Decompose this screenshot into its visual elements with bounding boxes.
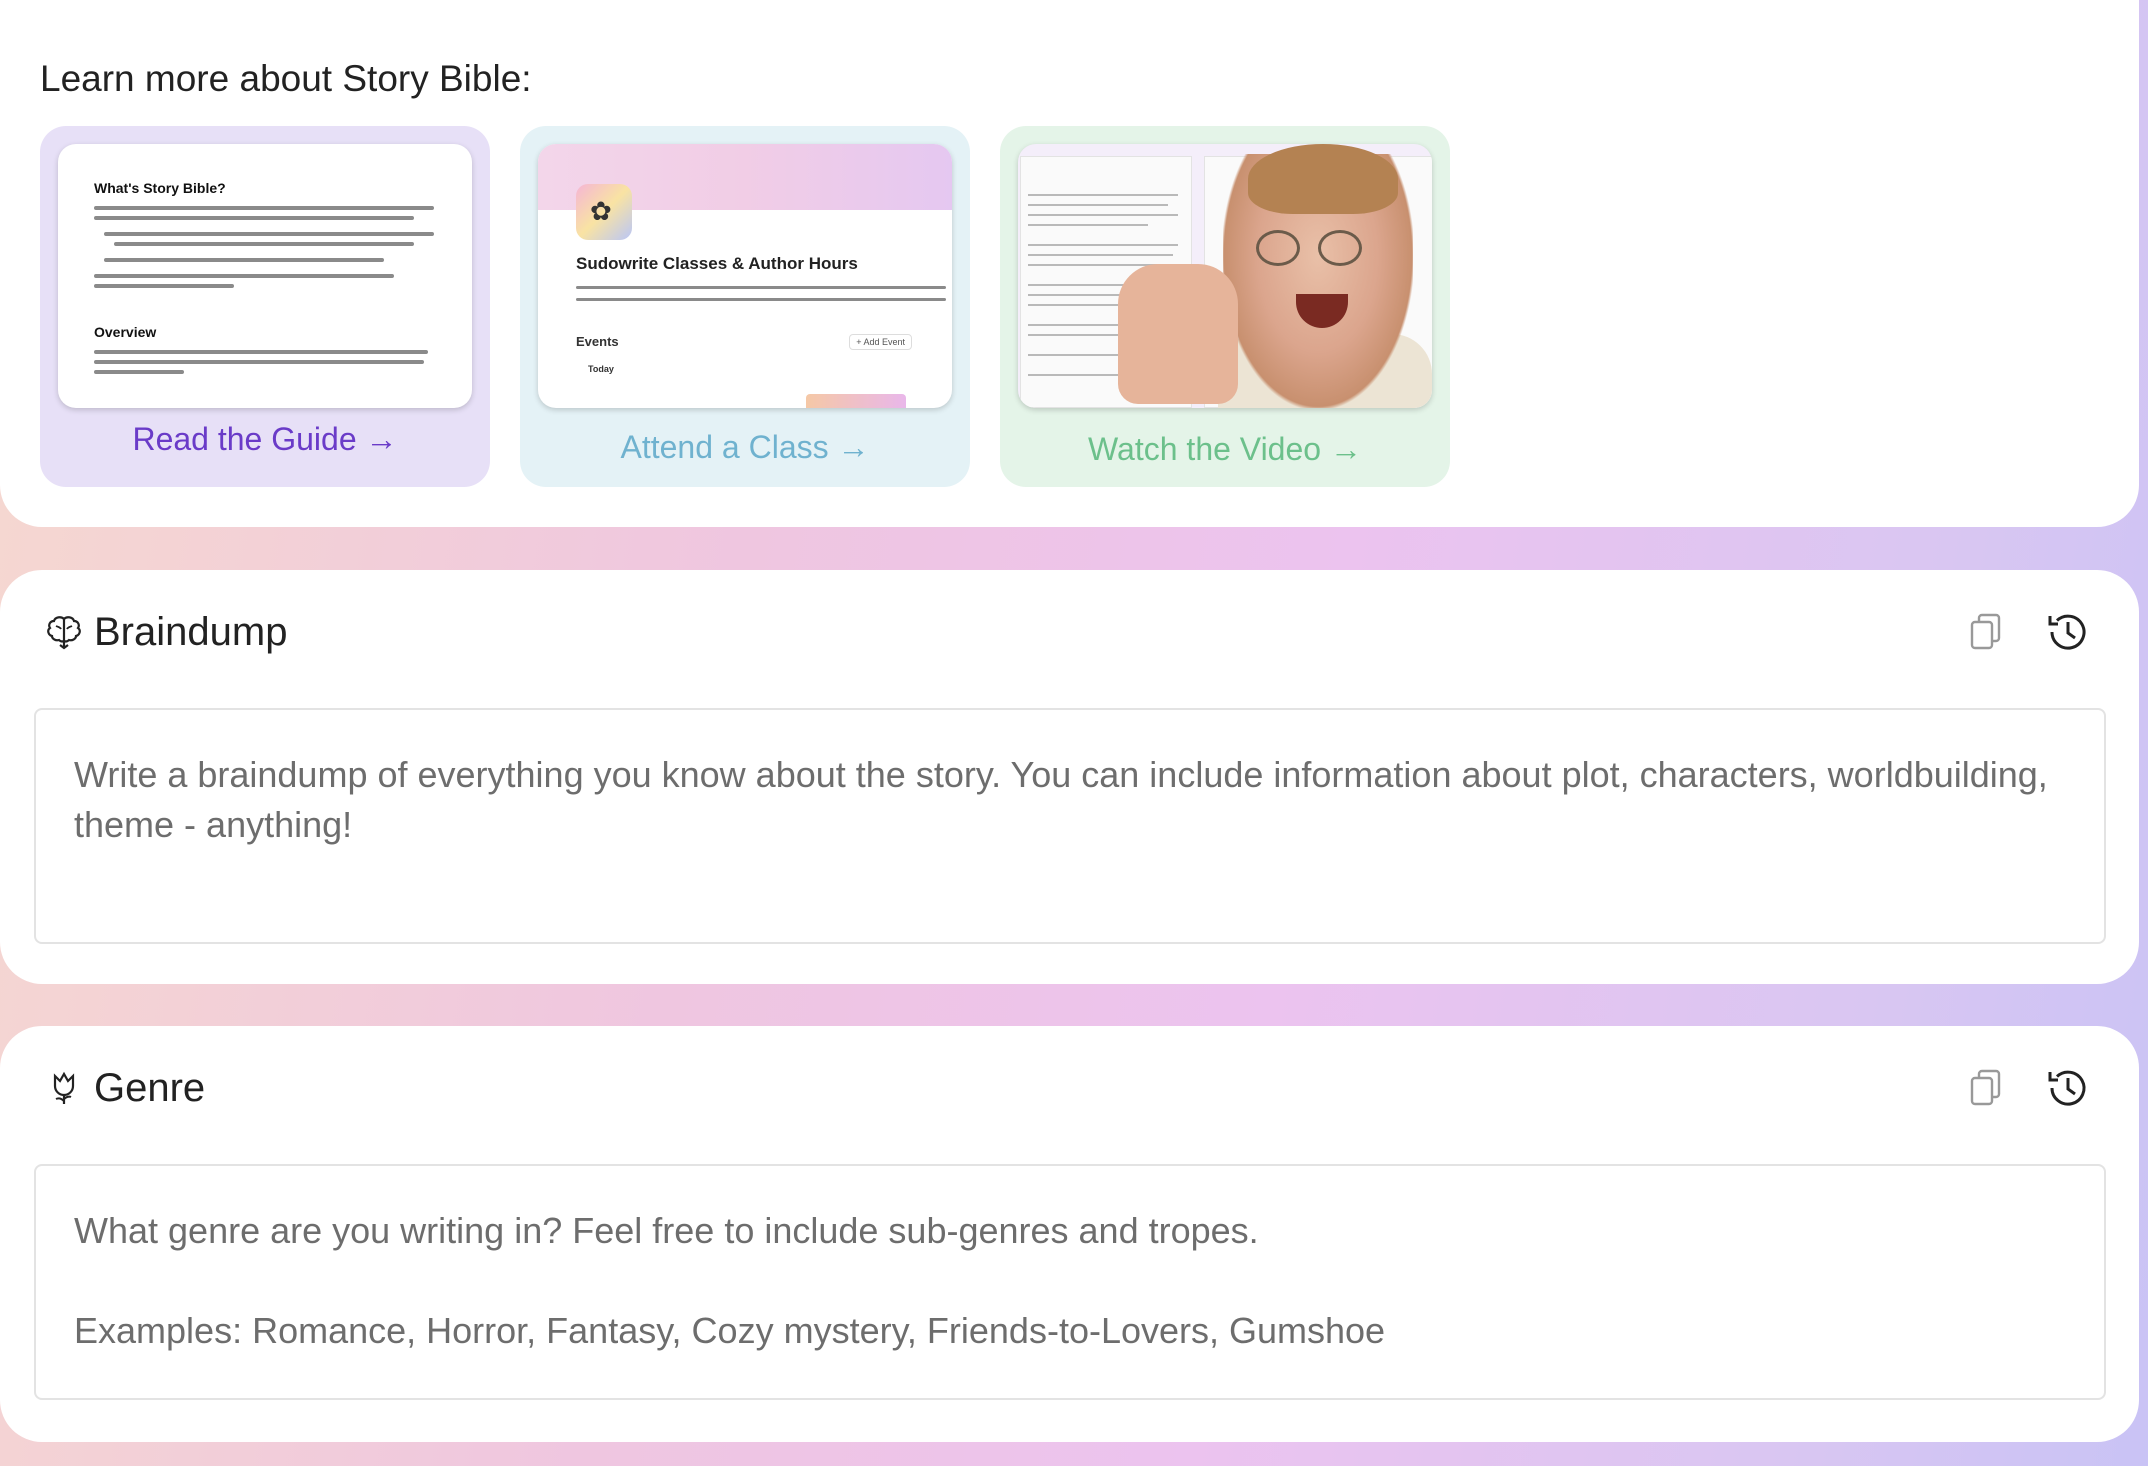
genre-panel: Genre What genre are you writing in? Fee… — [0, 1026, 2139, 1442]
class-thumb-add-event: + Add Event — [849, 334, 912, 350]
video-thumbnail — [1018, 144, 1432, 408]
class-thumb-title: Sudowrite Classes & Author Hours — [576, 254, 858, 273]
braindump-title: Braindump — [94, 610, 288, 654]
guide-card[interactable]: What's Story Bible? Overview Read the Gu… — [40, 126, 490, 487]
brain-icon — [47, 616, 81, 650]
class-thumb-events: Events — [576, 334, 619, 349]
braindump-textarea[interactable]: Write a braindump of everything you know… — [34, 708, 2106, 944]
history-icon[interactable] — [2044, 1066, 2088, 1110]
genre-textarea[interactable]: What genre are you writing in? Feel free… — [34, 1164, 2106, 1400]
copy-icon[interactable] — [1964, 610, 2008, 654]
attend-a-class-link[interactable]: Attend a Class → — [520, 429, 970, 466]
genre-title: Genre — [94, 1066, 206, 1110]
watch-the-video-link[interactable]: Watch the Video → — [1000, 431, 1450, 468]
read-the-guide-link[interactable]: Read the Guide → — [40, 421, 490, 458]
braindump-panel: Braindump Write a braindump of everythin… — [0, 570, 2139, 984]
guide-thumb-overview: Overview — [94, 324, 157, 340]
guide-thumbnail: What's Story Bible? Overview — [58, 144, 472, 408]
class-card[interactable]: ✿ Sudowrite Classes & Author Hours Event… — [520, 126, 970, 487]
video-card[interactable]: Watch the Video → — [1000, 126, 1450, 487]
class-thumb-today: Today — [588, 364, 614, 374]
learn-more-heading: Learn more about Story Bible: — [40, 58, 532, 99]
class-thumbnail: ✿ Sudowrite Classes & Author Hours Event… — [538, 144, 952, 408]
sudowrite-logo-icon: ✿ — [576, 184, 632, 240]
history-icon[interactable] — [2044, 610, 2088, 654]
flower-icon — [53, 1071, 75, 1104]
copy-icon[interactable] — [1964, 1066, 2008, 1110]
learn-more-panel: Learn more about Story Bible: What's Sto… — [0, 0, 2139, 527]
guide-thumb-title: What's Story Bible? — [94, 180, 226, 196]
